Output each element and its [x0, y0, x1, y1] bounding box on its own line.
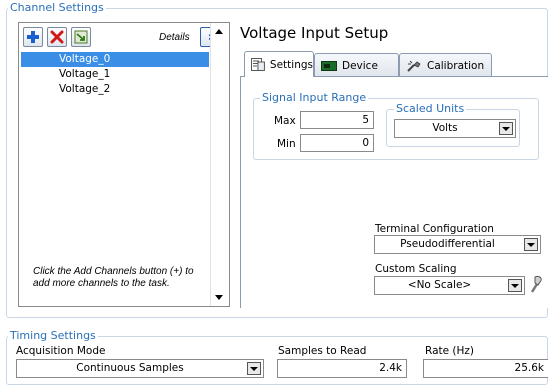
channel-list: Voltage_0 Voltage_1 Voltage_2	[21, 52, 209, 97]
remove-channel-button[interactable]	[47, 27, 67, 47]
channel-list-scrollbar[interactable]	[210, 23, 229, 306]
chevron-down-icon[interactable]	[524, 238, 538, 251]
max-value-field[interactable]: 5	[300, 111, 374, 129]
acquisition-mode-label: Acquisition Mode	[16, 345, 106, 357]
chevron-down-icon[interactable]	[508, 279, 522, 292]
scaled-units-value: Volts	[432, 122, 458, 134]
scroll-up-icon[interactable]	[215, 29, 223, 34]
scale-wizard-icon[interactable]	[528, 275, 544, 293]
tab-device[interactable]: Device	[314, 53, 399, 77]
acquisition-mode-select[interactable]: Continuous Samples	[16, 359, 264, 378]
timing-settings-legend: Timing Settings	[8, 329, 98, 342]
tab-calibration-label: Calibration	[427, 59, 485, 72]
tab-settings-label: Settings	[269, 58, 313, 71]
x-icon	[50, 30, 64, 44]
chevron-down-icon[interactable]	[247, 362, 261, 375]
list-item-channel-2[interactable]: Voltage_2	[21, 82, 209, 97]
tab-calibration[interactable]: Calibration	[399, 53, 492, 77]
setup-title: Voltage Input Setup	[240, 24, 389, 42]
scroll-down-icon[interactable]	[215, 295, 223, 300]
terminal-configuration-label: Terminal Configuration	[375, 223, 494, 235]
tab-device-label: Device	[342, 59, 378, 72]
chevron-down-icon[interactable]	[499, 122, 513, 135]
tab-settings[interactable]: Settings	[244, 51, 314, 77]
samples-to-read-label: Samples to Read	[278, 345, 367, 357]
custom-scaling-select[interactable]: <No Scale>	[374, 276, 525, 295]
acquisition-mode-value: Continuous Samples	[76, 362, 184, 374]
plus-icon	[27, 31, 39, 43]
scaled-units-legend: Scaled Units	[394, 102, 467, 115]
rename-channel-icon	[74, 30, 88, 44]
custom-scaling-value: <No Scale>	[407, 279, 472, 291]
add-channels-hint: Click the Add Channels button (+) to add…	[33, 266, 194, 289]
rate-label: Rate (Hz)	[425, 345, 475, 357]
add-channel-button[interactable]	[23, 27, 43, 47]
details-label: Details	[159, 32, 190, 43]
rename-channel-button[interactable]	[71, 27, 91, 47]
min-value-field[interactable]: 0	[300, 134, 374, 152]
calibration-icon	[407, 60, 421, 72]
custom-scaling-label: Custom Scaling	[375, 263, 457, 275]
rate-field[interactable]: 25.6k	[423, 359, 548, 378]
list-item-channel-1[interactable]: Voltage_1	[21, 67, 209, 82]
channel-list-panel: Details » Voltage_0 Voltage_1 Voltage_2 …	[18, 22, 230, 307]
list-item-channel-0[interactable]: Voltage_0	[21, 52, 209, 67]
max-label: Max	[274, 115, 296, 127]
terminal-configuration-value: Pseudodifferential	[400, 238, 495, 250]
scaled-units-select[interactable]: Volts	[394, 119, 516, 138]
settings-tab-panel: Signal Input Range Max 5 Min 0 Scaled Un…	[240, 76, 548, 308]
terminal-configuration-select[interactable]: Pseudodifferential	[374, 235, 541, 254]
samples-to-read-field[interactable]: 2.4k	[277, 359, 407, 378]
signal-input-range-legend: Signal Input Range	[260, 91, 369, 104]
min-label: Min	[277, 138, 296, 150]
settings-icon	[251, 58, 265, 71]
channel-settings-legend: Channel Settings	[8, 1, 106, 14]
device-icon	[321, 60, 337, 71]
